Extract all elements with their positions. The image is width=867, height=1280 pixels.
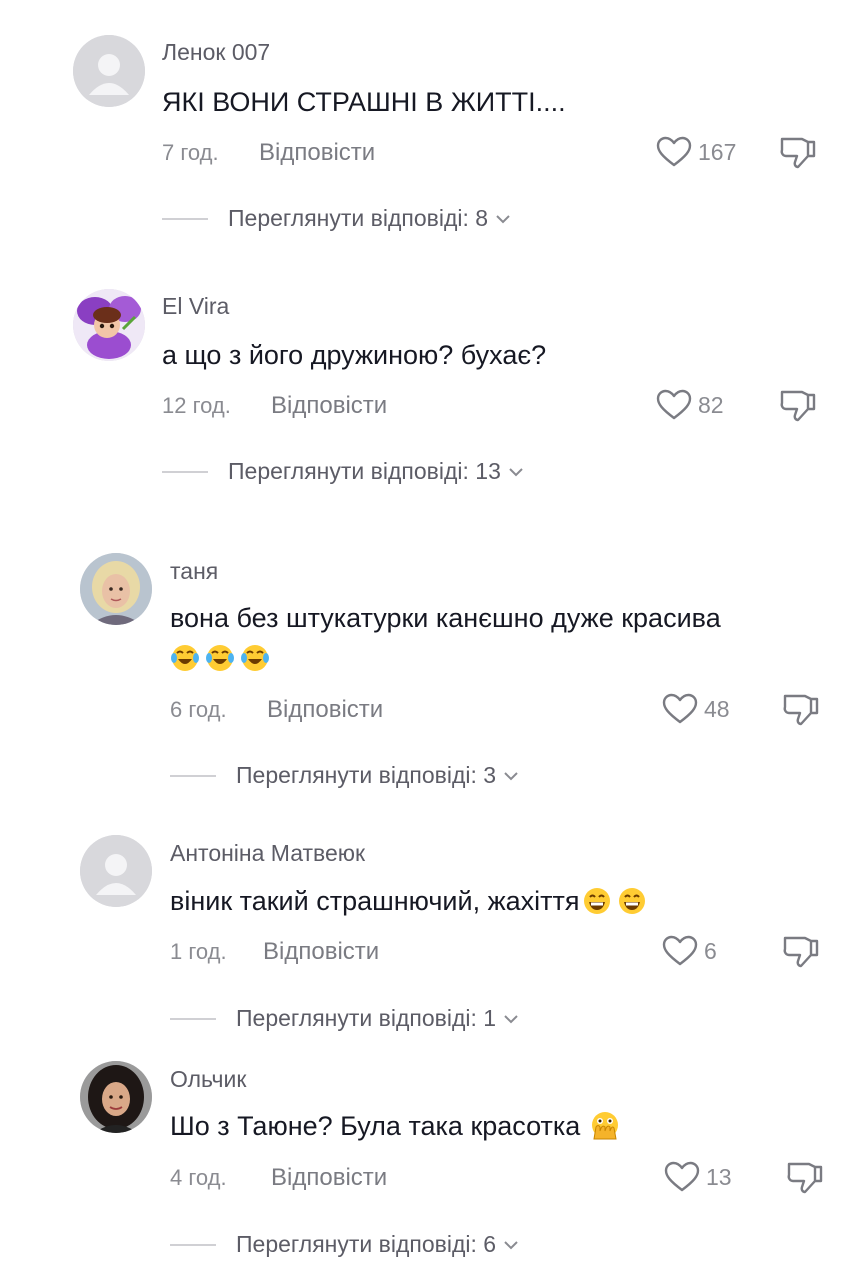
avatar[interactable] xyxy=(73,35,145,107)
dislike-button[interactable] xyxy=(781,933,821,969)
heart-icon xyxy=(662,693,698,724)
like-button[interactable]: 13 xyxy=(664,1161,732,1193)
like-count: 48 xyxy=(704,695,730,722)
comment-time: 7 год. xyxy=(162,140,219,165)
comment-time: 1 год. xyxy=(170,939,227,964)
tears-of-joy-emoji xyxy=(240,643,270,673)
comment-text: Шо з Таюне? Була така красотка xyxy=(170,1106,830,1146)
reply-button[interactable]: Відповісти xyxy=(271,1164,387,1192)
thumbs-down-icon xyxy=(787,1162,823,1194)
tears-of-joy-emoji xyxy=(205,643,235,673)
view-replies-button[interactable]: Переглянути відповіді: 3 xyxy=(170,762,520,789)
comment-username[interactable]: таня xyxy=(170,558,218,585)
divider-line xyxy=(162,217,208,220)
dislike-button[interactable] xyxy=(778,387,818,423)
heart-icon xyxy=(662,935,698,966)
chevron-down-icon xyxy=(496,214,510,223)
avatar[interactable] xyxy=(73,289,145,361)
thumbs-down-icon xyxy=(780,137,816,169)
avatar[interactable] xyxy=(80,1061,152,1133)
comment-text: віник такий страшнючий, жахіття xyxy=(170,881,830,921)
like-button[interactable]: 167 xyxy=(656,136,736,168)
like-count: 6 xyxy=(704,937,717,964)
reply-button[interactable]: Відповісти xyxy=(263,938,379,966)
view-replies-button[interactable]: Переглянути відповіді: 8 xyxy=(162,205,512,232)
heart-icon xyxy=(664,1161,700,1192)
thumbs-down-icon xyxy=(783,936,819,968)
avatar[interactable] xyxy=(80,553,152,625)
divider-line xyxy=(170,1243,216,1246)
thumbs-down-icon xyxy=(780,390,816,422)
like-button[interactable]: 6 xyxy=(662,935,717,967)
like-button[interactable]: 82 xyxy=(656,389,724,421)
view-replies-button[interactable]: Переглянути відповіді: 13 xyxy=(162,458,525,485)
comment-username[interactable]: El Vira xyxy=(162,293,229,320)
comment-text: вона без штукатурки канєшно дуже красива xyxy=(170,598,830,678)
chevron-down-icon xyxy=(504,1240,518,1249)
grinning-emoji xyxy=(617,886,647,916)
comment-time: 6 год. xyxy=(170,697,227,722)
comment-time: 4 год. xyxy=(170,1165,227,1190)
chevron-down-icon xyxy=(509,467,523,476)
heart-icon xyxy=(656,389,692,420)
comment-text: ЯКІ ВОНИ СТРАШНІ В ЖИТТІ.... xyxy=(162,87,566,117)
view-replies-button[interactable]: Переглянути відповіді: 1 xyxy=(170,1005,520,1032)
tears-of-joy-emoji xyxy=(170,643,200,673)
comment-username[interactable]: Ольчик xyxy=(170,1066,246,1093)
divider-line xyxy=(170,1017,216,1020)
grinning-emoji xyxy=(582,886,612,916)
face-with-open-eyes-and-hand-over-mouth-emoji xyxy=(590,1111,620,1141)
like-count: 13 xyxy=(706,1163,732,1190)
reply-button[interactable]: Відповісти xyxy=(259,139,375,167)
comment-username[interactable]: Ленок 007 xyxy=(162,39,270,66)
avatar[interactable] xyxy=(80,835,152,907)
view-replies-button[interactable]: Переглянути відповіді: 6 xyxy=(170,1231,520,1258)
thumbs-down-icon xyxy=(783,694,819,726)
divider-line xyxy=(162,470,208,473)
comment-username[interactable]: Антоніна Матвеюк xyxy=(170,840,365,867)
like-count: 82 xyxy=(698,391,724,418)
heart-icon xyxy=(656,136,692,167)
dislike-button[interactable] xyxy=(785,1159,825,1195)
reply-button[interactable]: Відповісти xyxy=(267,696,383,724)
chevron-down-icon xyxy=(504,771,518,780)
chevron-down-icon xyxy=(504,1014,518,1023)
comment-text: а що з його дружиною? бухає? xyxy=(162,340,547,370)
divider-line xyxy=(170,774,216,777)
like-button[interactable]: 48 xyxy=(662,693,730,725)
reply-button[interactable]: Відповісти xyxy=(271,392,387,420)
dislike-button[interactable] xyxy=(781,691,821,727)
comment-time: 12 год. xyxy=(162,393,231,418)
like-count: 167 xyxy=(698,138,737,165)
dislike-button[interactable] xyxy=(778,134,818,170)
